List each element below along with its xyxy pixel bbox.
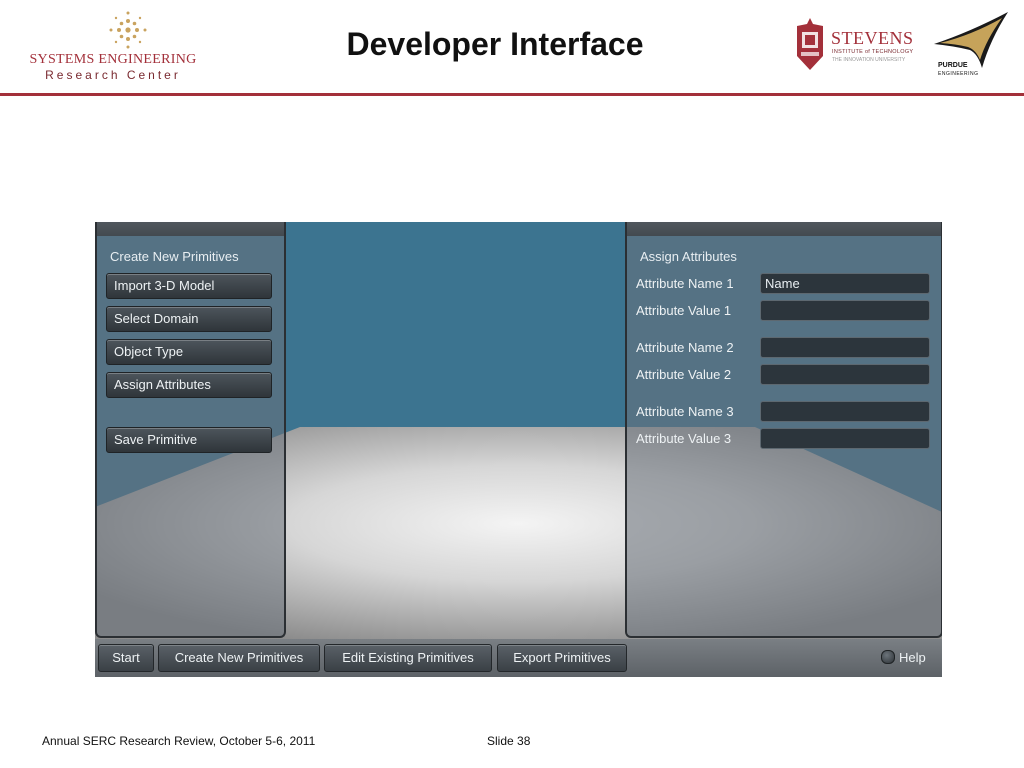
- attribute-value-3-input[interactable]: [760, 428, 930, 449]
- stevens-subtitle: INSTITUTE of TECHNOLOGY: [832, 49, 914, 55]
- serc-subtitle: Research Center: [45, 68, 181, 82]
- stevens-logo: STEVENS INSTITUTE of TECHNOLOGY THE INNO…: [795, 18, 920, 74]
- assign-attributes-panel: Assign Attributes Attribute Name 1 Attri…: [625, 222, 942, 638]
- attribute-name-1-label: Attribute Name 1: [636, 276, 734, 291]
- attribute-name-2-input[interactable]: [760, 337, 930, 358]
- purdue-subtitle: ENGINEERING: [938, 71, 979, 77]
- stevens-tagline: THE INNOVATION UNIVERSITY: [832, 57, 906, 63]
- assign-attributes-button[interactable]: Assign Attributes: [106, 372, 272, 398]
- serc-star-logo-icon: [109, 11, 147, 49]
- serc-logo: SYSTEMS ENGINEERING Research Center: [18, 8, 208, 82]
- assign-attributes-title: Assign Attributes: [640, 249, 737, 264]
- stevens-name: STEVENS: [831, 28, 914, 48]
- help-label: Help: [899, 650, 926, 665]
- header-divider: [0, 93, 1024, 96]
- start-button[interactable]: Start: [98, 644, 154, 672]
- bottom-toolbar: Start Create New Primitives Edit Existin…: [95, 639, 942, 677]
- help-circle-icon: [881, 650, 895, 664]
- attribute-value-1-input[interactable]: [760, 300, 930, 321]
- purdue-motion-p-icon: [934, 12, 1008, 68]
- attribute-value-2-label: Attribute Value 2: [636, 367, 732, 382]
- attribute-name-3-label: Attribute Name 3: [636, 404, 734, 419]
- serc-name: SYSTEMS ENGINEERING: [29, 52, 197, 67]
- attribute-name-3-input[interactable]: [760, 401, 930, 422]
- slide-title: Developer Interface: [346, 26, 644, 62]
- stevens-shield-icon: [797, 18, 823, 70]
- edit-existing-primitives-tab[interactable]: Edit Existing Primitives: [324, 644, 492, 672]
- purdue-name: PURDUE: [938, 62, 968, 69]
- save-primitive-button[interactable]: Save Primitive: [106, 427, 272, 453]
- create-primitives-title: Create New Primitives: [110, 249, 239, 264]
- purdue-logo: PURDUE ENGINEERING: [930, 10, 1010, 80]
- select-domain-button[interactable]: Select Domain: [106, 306, 272, 332]
- attribute-value-1-label: Attribute Value 1: [636, 303, 732, 318]
- help-button[interactable]: Help: [881, 650, 926, 668]
- create-primitives-panel: Create New Primitives Import 3-D Model S…: [95, 222, 286, 638]
- attribute-name-2-label: Attribute Name 2: [636, 340, 734, 355]
- footer-event: Annual SERC Research Review, October 5-6…: [42, 734, 316, 748]
- attribute-value-2-input[interactable]: [760, 364, 930, 385]
- slide-number: Slide 38: [487, 734, 531, 748]
- export-primitives-tab[interactable]: Export Primitives: [497, 644, 627, 672]
- attribute-value-3-label: Attribute Value 3: [636, 431, 732, 446]
- object-type-button[interactable]: Object Type: [106, 339, 272, 365]
- create-new-primitives-tab[interactable]: Create New Primitives: [158, 644, 320, 672]
- developer-interface-window: Create New Primitives Import 3-D Model S…: [95, 222, 942, 677]
- import-3d-model-button[interactable]: Import 3-D Model: [106, 273, 272, 299]
- attribute-name-1-input[interactable]: [760, 273, 930, 294]
